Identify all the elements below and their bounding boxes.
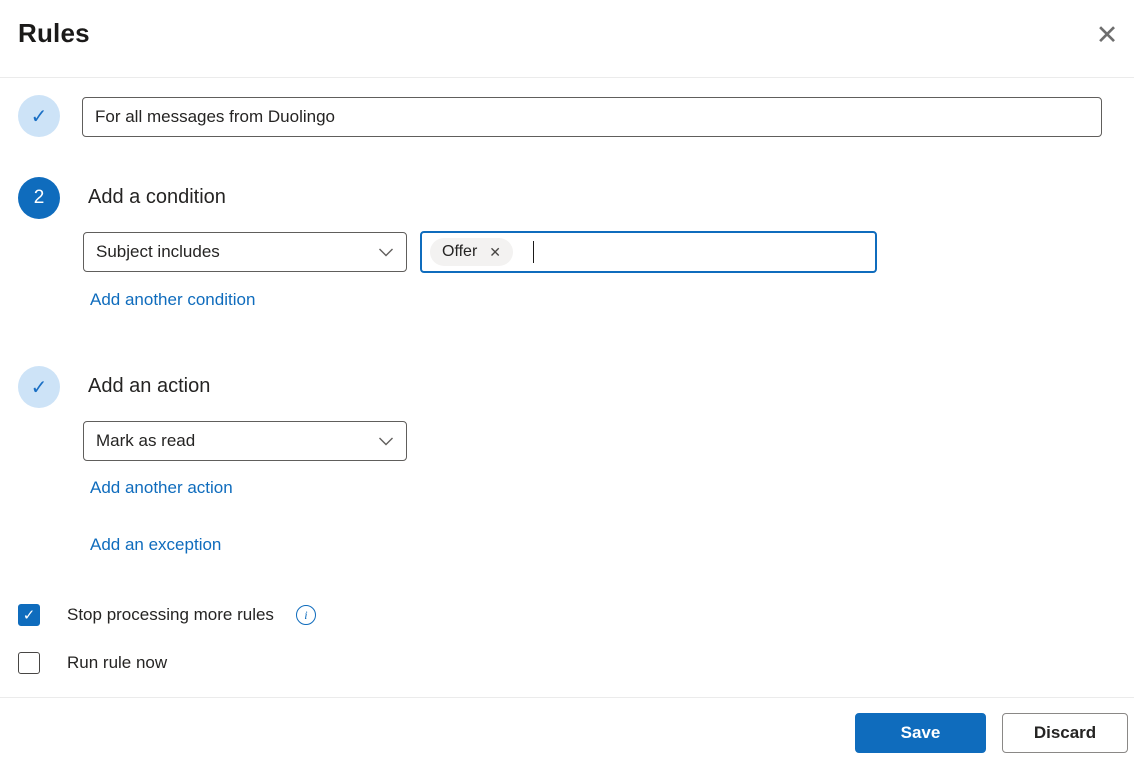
condition-select-value: Subject includes: [96, 242, 220, 261]
step2-number: 2: [33, 187, 45, 208]
discard-button[interactable]: Discard: [1002, 713, 1128, 753]
condition-value-input[interactable]: Offer ✕: [420, 231, 877, 273]
close-button[interactable]: ✕: [1088, 16, 1126, 54]
header-divider: [0, 77, 1134, 78]
add-another-condition-link[interactable]: Add another condition: [90, 290, 255, 310]
close-icon: ✕: [1095, 20, 1119, 50]
checkmark-icon: ✓: [30, 376, 48, 399]
rule-name-input[interactable]: [82, 97, 1102, 137]
checkmark-icon: ✓: [22, 607, 36, 624]
chevron-down-icon: [378, 437, 394, 446]
action-select-value: Mark as read: [96, 431, 196, 450]
condition-heading: Add a condition: [88, 186, 226, 208]
info-icon[interactable]: i: [295, 605, 316, 625]
chip-label: Offer: [442, 243, 478, 260]
save-button[interactable]: Save: [855, 713, 986, 753]
condition-value-chip: Offer ✕: [430, 238, 514, 266]
add-another-action-link[interactable]: Add another action: [90, 478, 233, 498]
condition-select[interactable]: Subject includes: [83, 232, 407, 272]
chip-remove-icon[interactable]: ✕: [489, 245, 501, 259]
stop-processing-checkbox[interactable]: ✓: [18, 604, 40, 626]
stop-processing-label: Stop processing more rules: [67, 605, 274, 624]
step2-number-indicator: 2: [18, 177, 60, 219]
footer-divider: [0, 697, 1134, 698]
stop-processing-row: ✓ Stop processing more rules i: [18, 604, 316, 626]
checkmark-icon: ✓: [30, 105, 48, 128]
chevron-down-icon: [378, 248, 394, 257]
run-rule-now-checkbox[interactable]: [18, 652, 40, 674]
action-select[interactable]: Mark as read: [83, 421, 407, 461]
rules-dialog: Rules ✕ ✓ 2 Add a condition Subject incl…: [0, 0, 1134, 763]
add-an-exception-link[interactable]: Add an exception: [90, 535, 221, 555]
action-heading: Add an action: [88, 375, 211, 397]
step1-complete-indicator: ✓: [18, 95, 60, 137]
run-rule-now-label: Run rule now: [67, 653, 168, 672]
run-rule-now-row: Run rule now: [18, 652, 167, 674]
page-title: Rules: [18, 18, 90, 48]
text-cursor: [533, 241, 535, 263]
step3-complete-indicator: ✓: [18, 366, 60, 408]
